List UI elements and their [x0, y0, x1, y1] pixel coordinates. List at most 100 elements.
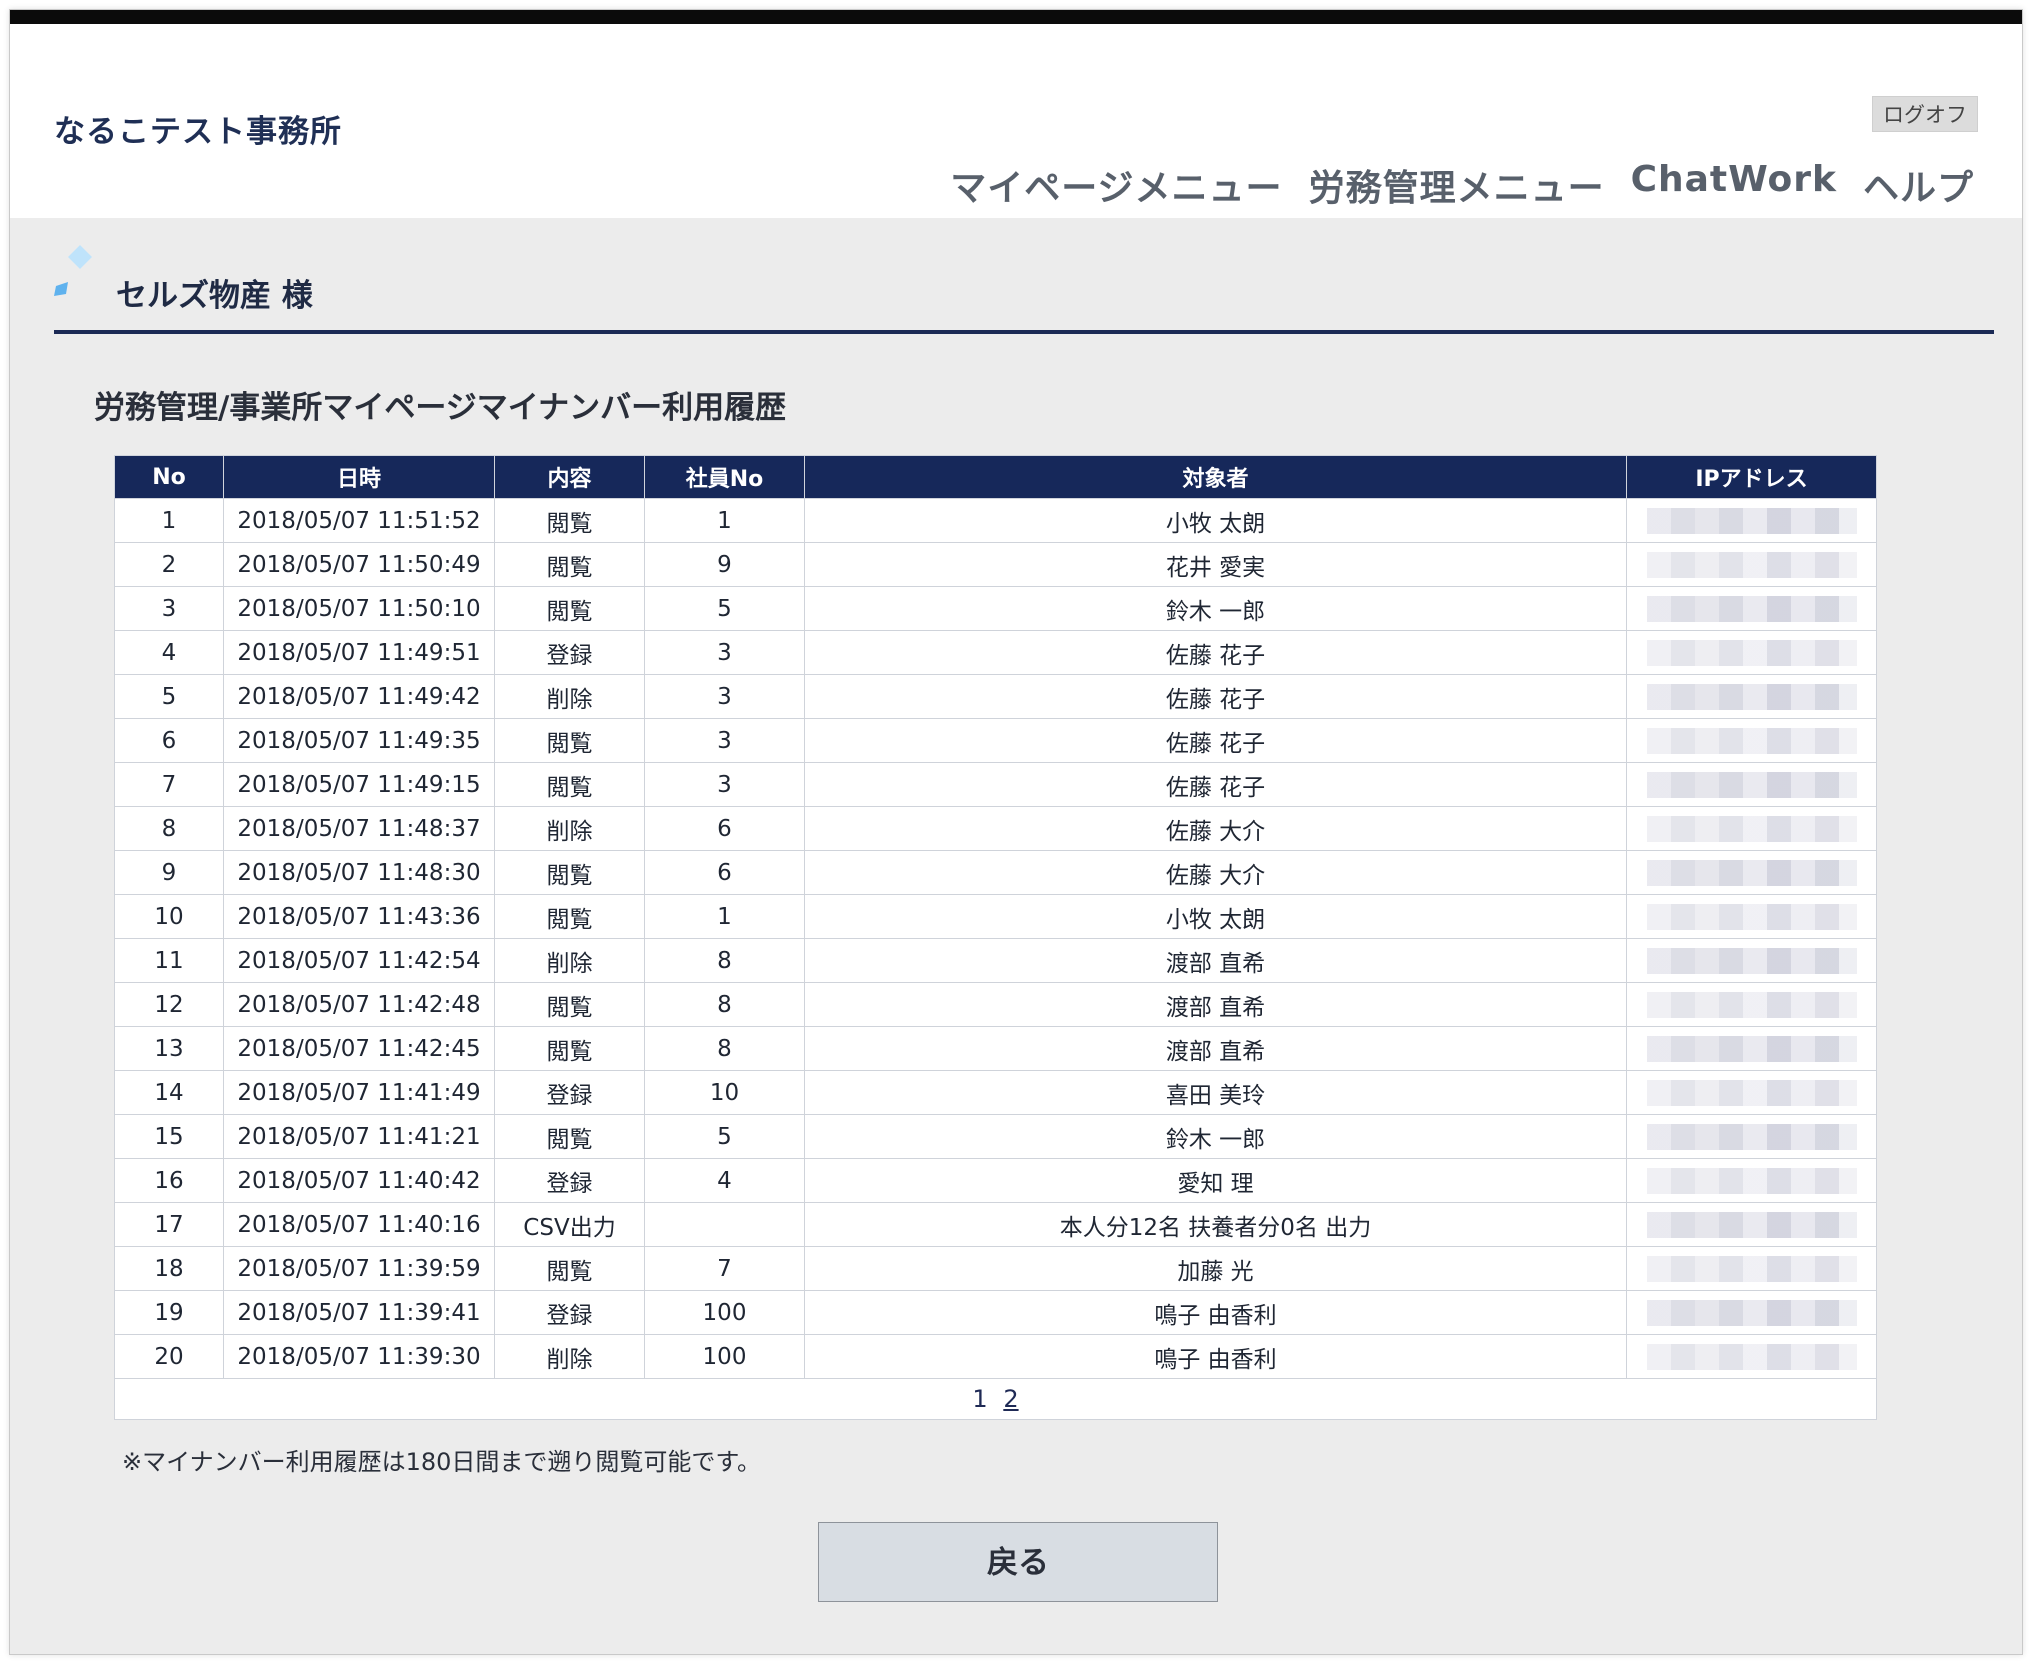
- column-header-no: No: [114, 455, 224, 499]
- cell-datetime: 2018/05/07 11:39:41: [223, 1290, 495, 1335]
- cell-action: 閲覧: [494, 1246, 645, 1291]
- nav-labor-menu[interactable]: 労務管理メニュー: [1309, 159, 1605, 211]
- cell-ip-address-redacted: [1626, 982, 1877, 1027]
- cell-ip-address-redacted: [1626, 762, 1877, 807]
- cell-target: 佐藤 花子: [804, 674, 1627, 719]
- redacted-ip-blur: [1646, 1343, 1857, 1370]
- cell-action: 閲覧: [494, 762, 645, 807]
- page-2-link[interactable]: 2: [1003, 1385, 1018, 1413]
- redacted-ip-blur: [1646, 639, 1857, 666]
- cell-action: 削除: [494, 674, 645, 719]
- cell-datetime: 2018/05/07 11:43:36: [223, 894, 495, 939]
- redacted-ip-blur: [1646, 1211, 1857, 1238]
- cell-target: 鈴木 一郎: [804, 1114, 1627, 1159]
- table-row: 17 2018/05/07 11:40:16 CSV出力 本人分12名 扶養者分0名 …: [114, 1202, 1877, 1247]
- cell-target: 愛知 理: [804, 1158, 1627, 1203]
- column-header-target: 対象者: [804, 455, 1627, 499]
- cell-action: 削除: [494, 806, 645, 851]
- office-name: なるこテスト事務所: [54, 114, 342, 150]
- cell-target: 鈴木 一郎: [804, 586, 1627, 631]
- header: なるこテスト事務所 ログオフ マイページメニュー 労務管理メニュー ChatWo…: [10, 24, 2022, 218]
- cell-action: 閲覧: [494, 850, 645, 895]
- cell-no: 14: [114, 1070, 224, 1115]
- cell-target: 鳴子 由香利: [804, 1290, 1627, 1335]
- cell-target: 喜田 美玲: [804, 1070, 1627, 1115]
- cell-ip-address-redacted: [1626, 894, 1877, 939]
- column-header-datetime: 日時: [223, 455, 495, 499]
- cell-action: 閲覧: [494, 542, 645, 587]
- cell-ip-address-redacted: [1626, 1334, 1877, 1379]
- table-row: 1 2018/05/07 11:51:52 閲覧 1 小牧 太朗: [114, 498, 1877, 543]
- redacted-ip-blur: [1646, 771, 1857, 798]
- cell-no: 10: [114, 894, 224, 939]
- cell-datetime: 2018/05/07 11:49:51: [223, 630, 495, 675]
- cell-target: 佐藤 大介: [804, 850, 1627, 895]
- cell-employee-no: 100: [644, 1334, 805, 1379]
- table-row: 4 2018/05/07 11:49:51 登録 3 佐藤 花子: [114, 630, 1877, 675]
- nav-help[interactable]: ヘルプ: [1863, 159, 1974, 211]
- page-frame: なるこテスト事務所 ログオフ マイページメニュー 労務管理メニュー ChatWo…: [9, 9, 2023, 1655]
- cell-target: 花井 愛実: [804, 542, 1627, 587]
- column-header-ip-address: IPアドレス: [1626, 455, 1877, 499]
- cell-target: 本人分12名 扶養者分0名 出力: [804, 1202, 1627, 1247]
- cell-no: 5: [114, 674, 224, 719]
- table-row: 8 2018/05/07 11:48:37 削除 6 佐藤 大介: [114, 806, 1877, 851]
- cell-datetime: 2018/05/07 11:42:45: [223, 1026, 495, 1071]
- cell-datetime: 2018/05/07 11:48:37: [223, 806, 495, 851]
- table-row: 5 2018/05/07 11:49:42 削除 3 佐藤 花子: [114, 674, 1877, 719]
- cell-employee-no: 9: [644, 542, 805, 587]
- cell-no: 3: [114, 586, 224, 631]
- redacted-ip-blur: [1646, 1299, 1857, 1326]
- table-row: 19 2018/05/07 11:39:41 登録 100 鳴子 由香利: [114, 1290, 1877, 1335]
- cell-datetime: 2018/05/07 11:39:30: [223, 1334, 495, 1379]
- cell-action: 削除: [494, 1334, 645, 1379]
- nav-chatwork[interactable]: ChatWork: [1631, 159, 1837, 211]
- cell-action: 閲覧: [494, 586, 645, 631]
- redacted-ip-blur: [1646, 507, 1857, 534]
- redacted-ip-blur: [1646, 815, 1857, 842]
- table-body: 1 2018/05/07 11:51:52 閲覧 1 小牧 太朗 2 2018/05/07 …: [114, 498, 1877, 1379]
- cell-no: 2: [114, 542, 224, 587]
- cell-ip-address-redacted: [1626, 1246, 1877, 1291]
- cell-employee-no: [644, 1202, 805, 1247]
- cell-action: 登録: [494, 1290, 645, 1335]
- cell-target: 渡部 直希: [804, 982, 1627, 1027]
- cell-ip-address-redacted: [1626, 850, 1877, 895]
- logoff-button[interactable]: ログオフ: [1872, 96, 1978, 132]
- cell-ip-address-redacted: [1626, 674, 1877, 719]
- cell-target: 小牧 太朗: [804, 894, 1627, 939]
- cell-target: 渡部 直希: [804, 1026, 1627, 1071]
- table-row: 2 2018/05/07 11:50:49 閲覧 9 花井 愛実: [114, 542, 1877, 587]
- cell-datetime: 2018/05/07 11:50:10: [223, 586, 495, 631]
- cell-ip-address-redacted: [1626, 542, 1877, 587]
- cell-action: 閲覧: [494, 1026, 645, 1071]
- cell-employee-no: 4: [644, 1158, 805, 1203]
- cell-no: 17: [114, 1202, 224, 1247]
- cell-employee-no: 1: [644, 498, 805, 543]
- cell-action: 閲覧: [494, 498, 645, 543]
- nav-mypage-menu[interactable]: マイページメニュー: [950, 159, 1282, 211]
- cell-target: 小牧 太朗: [804, 498, 1627, 543]
- cell-action: 閲覧: [494, 894, 645, 939]
- cell-employee-no: 3: [644, 630, 805, 675]
- cell-action: 登録: [494, 630, 645, 675]
- redacted-ip-blur: [1646, 595, 1857, 622]
- redacted-ip-blur: [1646, 859, 1857, 886]
- cell-employee-no: 7: [644, 1246, 805, 1291]
- column-header-action: 内容: [494, 455, 645, 499]
- cell-target: 佐藤 花子: [804, 718, 1627, 763]
- usage-history-table: No 日時 内容 社員No 対象者 IPアドレス 1 2018/05/07 11:…: [114, 455, 1877, 1420]
- table-row: 3 2018/05/07 11:50:10 閲覧 5 鈴木 一郎: [114, 586, 1877, 631]
- retention-note: ※マイナンバー利用履歴は180日間まで遡り閲覧可能です。: [122, 1448, 762, 1476]
- main-nav: マイページメニュー 労務管理メニュー ChatWork ヘルプ: [950, 159, 1974, 211]
- cell-action: 登録: [494, 1158, 645, 1203]
- cell-no: 9: [114, 850, 224, 895]
- page-1-current: 1: [972, 1385, 988, 1413]
- table-row: 13 2018/05/07 11:42:45 閲覧 8 渡部 直希: [114, 1026, 1877, 1071]
- back-button[interactable]: 戻る: [818, 1522, 1218, 1602]
- cell-no: 11: [114, 938, 224, 983]
- table-row: 12 2018/05/07 11:42:48 閲覧 8 渡部 直希: [114, 982, 1877, 1027]
- cell-no: 1: [114, 498, 224, 543]
- redacted-ip-blur: [1646, 1167, 1857, 1194]
- company-name: セルズ物産 様: [116, 278, 313, 314]
